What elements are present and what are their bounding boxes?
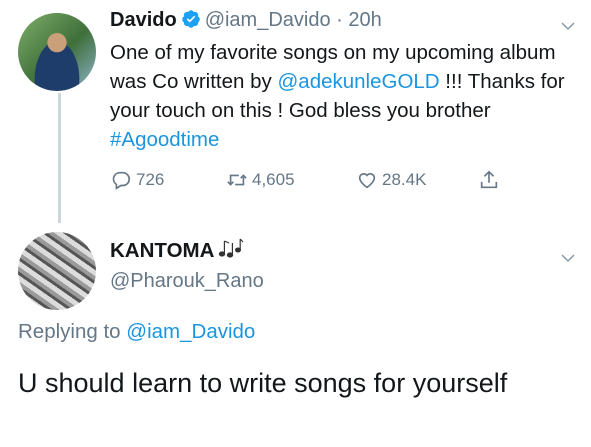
- replying-to-mention[interactable]: @iam_Davido: [126, 320, 255, 343]
- reply-chevron-down-icon[interactable]: [559, 249, 577, 267]
- thread-line: [58, 93, 61, 223]
- tweet-actions: 726 4,605 28.4K: [110, 168, 530, 192]
- share-action[interactable]: [478, 168, 504, 192]
- reply-author-handle[interactable]: @Pharouk_Rano: [110, 270, 264, 293]
- like-icon: [358, 173, 376, 189]
- tweet-text: One of my favorite songs on my upcoming …: [110, 38, 575, 154]
- verified-badge-icon: [181, 9, 201, 29]
- author-name[interactable]: Davido: [110, 9, 177, 31]
- share-icon: [480, 170, 498, 189]
- dot-separator: ·: [336, 9, 343, 31]
- reply-icon: [112, 171, 131, 190]
- tweet-header: Davido @iam_Davido · 20h: [110, 9, 382, 32]
- avatar-davido[interactable]: [18, 13, 96, 91]
- retweet-count: 4,605: [252, 170, 295, 189]
- reply-action[interactable]: 726: [110, 168, 164, 192]
- reply-author-name[interactable]: KANTOMA: [110, 237, 244, 263]
- reply-text: U should learn to write songs for yourse…: [18, 368, 508, 398]
- music-notes-icon: [218, 237, 244, 259]
- like-action[interactable]: 28.4K: [356, 168, 426, 192]
- replying-to-line: Replying to @iam_Davido: [18, 320, 255, 344]
- retweet-icon: [227, 174, 247, 186]
- reply-count: 726: [136, 170, 165, 189]
- like-count: 28.4K: [382, 170, 427, 189]
- replying-to-prefix: Replying to: [18, 320, 127, 343]
- mention-link[interactable]: @adekunleGOLD: [277, 70, 439, 93]
- avatar-kantoma[interactable]: [18, 232, 96, 310]
- reply-author-name-text: KANTOMA: [110, 239, 215, 262]
- retweet-action[interactable]: 4,605: [226, 168, 295, 192]
- chevron-down-icon[interactable]: [559, 17, 577, 35]
- author-handle[interactable]: @iam_Davido: [205, 9, 331, 31]
- timestamp[interactable]: 20h: [348, 9, 381, 31]
- hashtag-link[interactable]: #Agoodtime: [110, 128, 219, 151]
